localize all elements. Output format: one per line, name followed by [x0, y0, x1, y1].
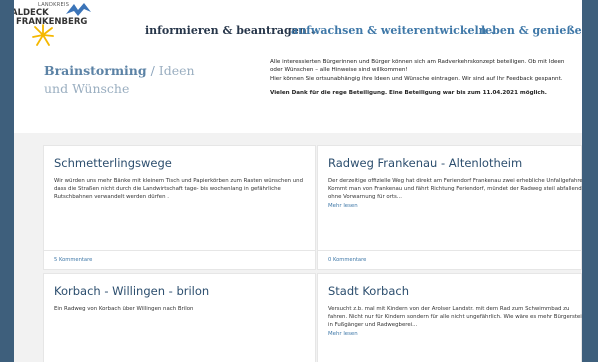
card-body: Der derzeitige offizielle Weg hat direkt… — [328, 177, 582, 210]
card-footer: 5 Kommentare — [44, 250, 315, 269]
nav-label: aufwachsen & weiterentwickeln — [291, 24, 487, 37]
nav-leben[interactable]: leben & genießen⌄ — [481, 24, 582, 37]
idea-card-grid: Schmetterlingswege Wir würden uns mehr B… — [14, 133, 582, 362]
breadcrumb: Brainstorming / Ideen und Wünsche — [44, 62, 214, 98]
logo-sun-icon — [32, 24, 54, 46]
read-more-link[interactable]: Mehr lesen — [328, 202, 582, 210]
idea-card[interactable]: Schmetterlingswege Wir würden uns mehr B… — [43, 145, 316, 270]
read-more-link[interactable]: Mehr lesen — [328, 330, 582, 338]
idea-card[interactable]: Korbach - Willingen - brilon Ein Radweg … — [43, 273, 316, 362]
page: LANDKREIS WALDECK FRANKENBERG informiere… — [14, 0, 582, 362]
card-text: Wir würden uns mehr Bänke mit kleinem Ti… — [54, 178, 304, 201]
idea-card[interactable]: Radweg Frankenau - Altenlotheim Der derz… — [317, 145, 582, 270]
card-title[interactable]: Schmetterlingswege — [54, 156, 172, 170]
nav-label: informieren & beantragen — [145, 24, 307, 37]
intro-paragraph-2: Hier können Sie ortsunabhängig ihre Idee… — [270, 75, 563, 82]
breadcrumb-current[interactable]: Brainstorming — [44, 63, 147, 78]
site-logo[interactable]: LANDKREIS WALDECK FRANKENBERG — [14, 2, 122, 46]
comment-count-link[interactable]: 0 Kommentare — [328, 257, 366, 263]
intro-notice: Vielen Dank für die rege Beteiligung. Ei… — [270, 90, 547, 97]
site-header: LANDKREIS WALDECK FRANKENBERG informiere… — [14, 0, 582, 46]
card-text: Versucht z.b. mal mit Kindern von der Ar… — [328, 306, 582, 329]
logo-line-2: FRANKENBERG — [16, 17, 88, 27]
card-title[interactable]: Stadt Korbach — [328, 284, 409, 298]
comment-count-link[interactable]: 5 Kommentare — [54, 257, 92, 263]
card-text: Der derzeitige offizielle Weg hat direkt… — [328, 178, 582, 201]
nav-aufwachsen[interactable]: aufwachsen & weiterentwickeln ⌄ — [291, 24, 497, 37]
intro-paragraph-1: Alle interessierten Bürgerinnen und Bürg… — [270, 59, 565, 74]
card-body: Versucht z.b. mal mit Kindern von der Ar… — [328, 305, 582, 338]
nav-label: leben & genießen — [481, 24, 582, 37]
idea-card[interactable]: Stadt Korbach Versucht z.b. mal mit Kind… — [317, 273, 582, 362]
card-footer: 0 Kommentare — [318, 250, 581, 269]
breadcrumb-separator: / — [146, 63, 159, 78]
intro-text: Alle interessierten Bürgerinnen und Bürg… — [270, 58, 570, 98]
card-text: Ein Radweg von Korbach über Willingen na… — [54, 306, 194, 312]
card-title[interactable]: Radweg Frankenau - Altenlotheim — [328, 156, 522, 170]
card-title[interactable]: Korbach - Willingen - brilon — [54, 284, 209, 298]
